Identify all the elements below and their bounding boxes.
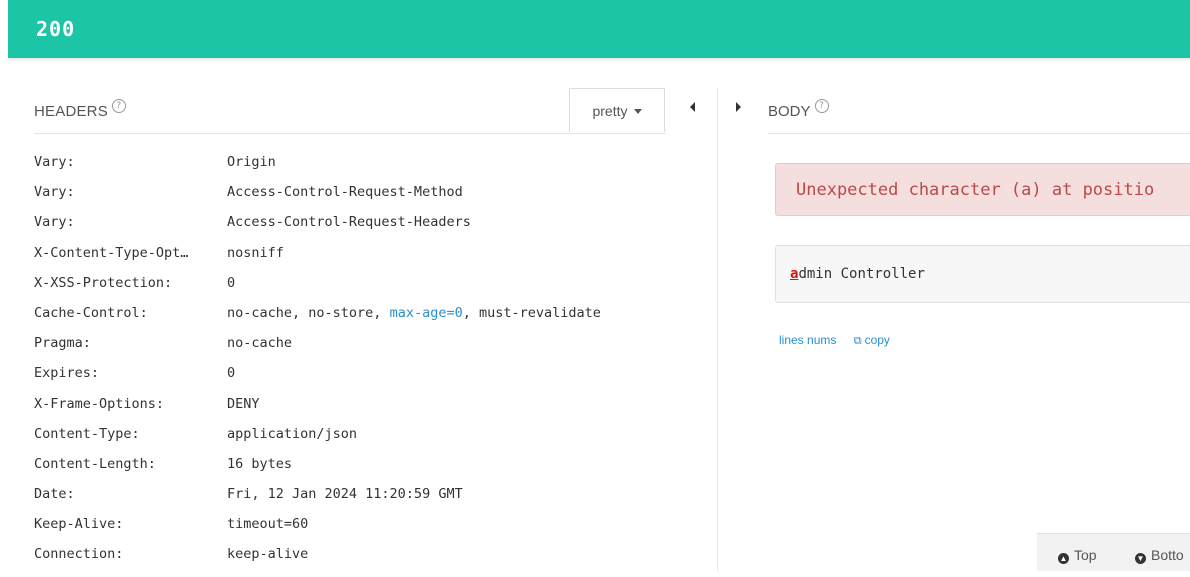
header-name: Vary: — [34, 214, 75, 231]
headers-divider — [34, 133, 666, 134]
scroll-top-label: Top — [1074, 547, 1097, 563]
header-value-highlight: max-age=0 — [389, 304, 463, 321]
scroll-bottom-label: Botto — [1151, 547, 1184, 563]
question-circle-icon[interactable]: ? — [814, 99, 829, 113]
status-bar: 200 — [8, 0, 1190, 58]
response-body-content: admin Controller — [775, 245, 1190, 303]
header-value: 0 — [227, 365, 236, 382]
collapse-left-arrow-icon[interactable] — [690, 102, 695, 112]
header-name: Cache-Control: — [34, 304, 148, 321]
header-value: Origin — [227, 154, 276, 170]
header-row: Vary: Origin — [34, 154, 714, 184]
header-value: keep-alive — [227, 546, 309, 563]
header-value: 0 — [227, 274, 236, 291]
header-row: Pragma: no-cache — [34, 335, 714, 365]
arrow-down-circle-icon: ▼ — [1135, 553, 1146, 564]
body-title: BODY? — [768, 99, 829, 120]
parse-error-message: Unexpected character (a) at positio — [796, 180, 1155, 200]
header-name: Vary: — [34, 154, 75, 170]
format-dropdown-button[interactable]: pretty — [569, 88, 665, 132]
headers-list: Vary: Origin Vary: Access-Control-Request-M… — [34, 154, 714, 577]
lines-nums-link[interactable]: lines nums — [779, 333, 836, 347]
header-row: Expires: 0 — [34, 365, 714, 395]
header-row: Vary: Access-Control-Request-Headers — [34, 214, 714, 244]
footer-nav: ▲ Top ▼ Botto — [1037, 533, 1190, 571]
status-code: 200 — [36, 17, 76, 41]
header-value-part: , must-revalidate — [462, 304, 601, 321]
copy-link-label: copy — [864, 333, 890, 347]
expand-right-arrow-icon[interactable] — [736, 102, 741, 112]
copy-icon: ⧉ — [853, 335, 862, 347]
question-circle-icon[interactable]: ? — [111, 99, 126, 113]
header-value: no-cache, no-store, max-age=0, must-reva… — [227, 305, 601, 321]
header-value: Fri, 12 Jan 2024 11:20:59 GMT — [227, 486, 463, 503]
header-value: 16 bytes — [227, 455, 293, 472]
header-row: X-XSS-Protection: 0 — [34, 275, 714, 305]
header-value: no-cache — [227, 335, 293, 352]
copy-link[interactable]: ⧉ copy — [854, 333, 890, 347]
arrow-up-circle-icon: ▲ — [1058, 553, 1069, 564]
header-value: application/json — [227, 425, 358, 442]
body-actions: lines nums ⧉ copy — [779, 333, 890, 348]
header-row: Keep-Alive: timeout=60 — [34, 516, 714, 546]
header-row: X-Frame-Options: DENY — [34, 396, 714, 426]
status-bar-shadow — [8, 58, 1190, 62]
panel-separator — [717, 88, 718, 571]
header-row: Cache-Control: no-cache, no-store, max-ag… — [34, 305, 714, 335]
format-dropdown-label: pretty — [592, 102, 628, 119]
header-name: X-Frame-Options: — [34, 395, 165, 412]
header-name: Date: — [34, 486, 75, 503]
header-row: Date: Fri, 12 Jan 2024 11:20:59 GMT — [34, 486, 714, 516]
header-name: Keep-Alive: — [34, 516, 124, 533]
header-name: Content-Length: — [34, 455, 156, 472]
header-name: Vary: — [34, 184, 75, 201]
headers-title-label: HEADERS — [34, 103, 108, 120]
header-name: X-XSS-Protection: — [34, 274, 173, 291]
header-row: Vary: Access-Control-Request-Method — [34, 184, 714, 214]
header-value-part: no-cache, no-store, — [227, 304, 390, 321]
response-body-text: admin Controller — [790, 266, 925, 282]
body-title-label: BODY — [768, 103, 811, 120]
header-value: nosniff — [227, 244, 284, 261]
scroll-top-button[interactable]: ▲ Top — [1058, 547, 1097, 564]
scroll-bottom-button[interactable]: ▼ Botto — [1135, 547, 1184, 564]
header-row: Content-Length: 16 bytes — [34, 456, 714, 486]
header-value: timeout=60 — [227, 516, 309, 533]
header-name: Connection: — [34, 546, 124, 563]
header-row: X-Content-Type-Opt… nosniff — [34, 245, 714, 275]
header-name: X-Content-Type-Opt… — [34, 244, 189, 261]
parse-error-alert: Unexpected character (a) at positio — [775, 163, 1190, 216]
response-body-rest: dmin Controller — [798, 266, 925, 282]
caret-down-icon — [633, 109, 642, 114]
header-value: DENY — [227, 395, 260, 412]
header-name: Expires: — [34, 365, 100, 382]
header-name: Content-Type: — [34, 425, 140, 442]
body-divider — [768, 133, 1190, 134]
header-row: Connection: keep-alive — [34, 546, 714, 576]
header-name: Pragma: — [34, 335, 91, 352]
header-value: Access-Control-Request-Method — [227, 184, 463, 201]
headers-title: HEADERS? — [34, 99, 126, 120]
header-row: Content-Type: application/json — [34, 426, 714, 456]
header-value: Access-Control-Request-Headers — [227, 214, 471, 231]
